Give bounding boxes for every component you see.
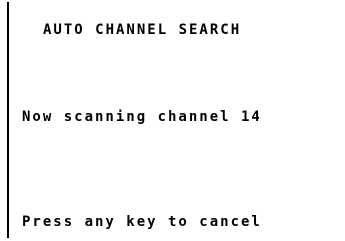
channel-search-screen: AUTO CHANNEL SEARCH Now scanning channel… bbox=[0, 0, 345, 241]
cancel-hint: Press any key to cancel bbox=[22, 214, 262, 230]
screen-title: AUTO CHANNEL SEARCH bbox=[43, 22, 242, 38]
scan-status-message: Now scanning channel 14 bbox=[22, 109, 262, 125]
screen-border bbox=[7, 2, 9, 238]
